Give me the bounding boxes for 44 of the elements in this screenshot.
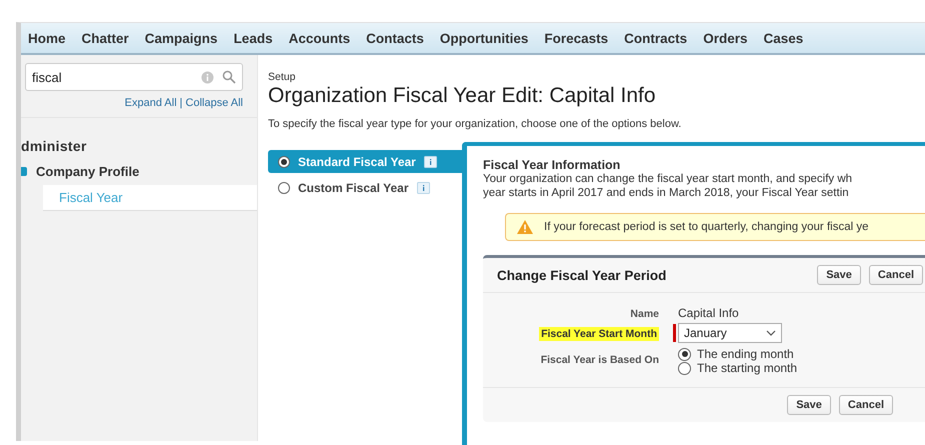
form-button[interactable]: Save (787, 395, 831, 415)
page-title: Organization Fiscal Year Edit: Capital Info (268, 84, 657, 108)
chevron-down-icon (766, 330, 776, 336)
nav-tab[interactable]: Campaigns (138, 30, 227, 46)
form-title: Change Fiscal Year Period (497, 268, 668, 282)
nav-tab[interactable]: Cases (756, 30, 812, 46)
info-icon (416, 182, 430, 194)
field-label: Name (630, 308, 659, 320)
search-icon[interactable] (222, 70, 236, 84)
nav-tab[interactable]: Leads (226, 30, 282, 46)
info-icon (424, 156, 437, 168)
toggle-icon[interactable] (21, 167, 27, 176)
nav-tab[interactable]: Forecasts (537, 30, 618, 46)
section-heading: dminister (21, 137, 88, 156)
sidebar-item[interactable]: Company Profile (36, 164, 140, 179)
month-dropdown[interactable]: January (678, 323, 782, 343)
section-title: Fiscal Year Information (483, 158, 622, 172)
breadcrumb: Setup (268, 71, 296, 83)
nav-tab[interactable]: Chatter (74, 30, 138, 46)
description-line: Your organization can change the fiscal year start month, and specify wh (483, 172, 854, 186)
nav-tab[interactable]: Home (21, 30, 75, 46)
collapse-all-link[interactable]: Collapse All (186, 97, 243, 109)
nav-tab[interactable]: Orders (696, 30, 756, 46)
expand-all-link[interactable]: Expand All (124, 97, 177, 109)
field-value: Capital Info (678, 306, 739, 320)
description-line: year starts in April 2017 and ends in March 2018, your Fiscal Year settin (483, 186, 850, 200)
info-icon (201, 70, 214, 84)
warning-icon (516, 219, 534, 235)
nav-tab[interactable]: Opportunities (432, 30, 538, 46)
radio-option[interactable]: The ending month (678, 347, 798, 361)
nav-tab[interactable]: Contracts (617, 30, 696, 46)
warning-text: If your forecast period is set to quarterly, changing your fiscal ye (544, 221, 868, 233)
field-label: Fiscal Year is Based On (540, 354, 659, 366)
nav-tab[interactable]: Contacts (359, 30, 433, 46)
separator: | (180, 97, 183, 109)
form-button[interactable]: Cancel (868, 265, 923, 285)
radio-option[interactable]: The starting month (678, 361, 798, 375)
nav-tab[interactable]: Accounts (282, 30, 360, 46)
option-tab[interactable]: Custom Fiscal Year (268, 176, 462, 199)
form-button[interactable]: Cancel (838, 395, 893, 415)
field-label: Fiscal Year Start Month (539, 327, 659, 341)
instructions: To specify the fiscal year type for your organization, choose one of the options below. (268, 118, 682, 130)
search-field[interactable]: fiscal (25, 63, 243, 91)
form-button[interactable]: Save (817, 265, 861, 285)
